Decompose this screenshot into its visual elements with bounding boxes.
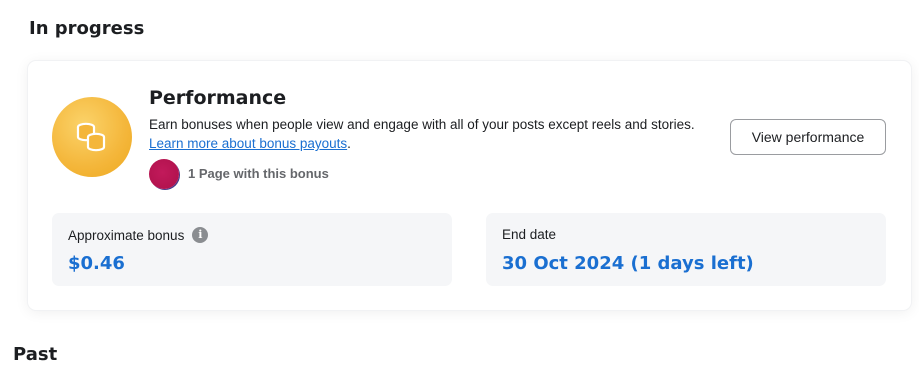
- view-performance-button[interactable]: View performance: [730, 119, 886, 155]
- bonus-title: Performance: [149, 87, 287, 109]
- approximate-bonus-value: $0.46: [68, 253, 125, 274]
- page-count-text: 1 Page with this bonus: [188, 166, 329, 181]
- end-date-value: 30 Oct 2024 (1 days left): [502, 253, 754, 274]
- end-date-label-row: End date: [502, 227, 556, 242]
- bonus-programs-page: In progress Performance Earn bonuses whe…: [0, 0, 919, 373]
- end-date-label: End date: [502, 227, 557, 242]
- in-progress-heading: In progress: [29, 18, 145, 39]
- coins-icon: [52, 97, 132, 177]
- bonus-description: Earn bonuses when people view and engage…: [149, 117, 695, 132]
- info-icon[interactable]: i: [192, 227, 209, 243]
- approximate-bonus-label: Approximate bonus: [68, 227, 185, 243]
- learn-more-period: .: [347, 136, 351, 151]
- performance-bonus-card: Performance Earn bonuses when people vie…: [28, 61, 911, 310]
- approximate-bonus-box: Approximate bonus i $0.46: [52, 213, 452, 286]
- approximate-bonus-label-row: Approximate bonus i: [68, 227, 209, 243]
- learn-more-link-row: Learn more about bonus payouts.: [149, 136, 351, 151]
- page-avatar: [149, 159, 179, 189]
- past-heading: Past: [13, 344, 58, 365]
- end-date-box: End date 30 Oct 2024 (1 days left): [486, 213, 886, 286]
- learn-more-link[interactable]: Learn more about bonus payouts: [149, 136, 347, 151]
